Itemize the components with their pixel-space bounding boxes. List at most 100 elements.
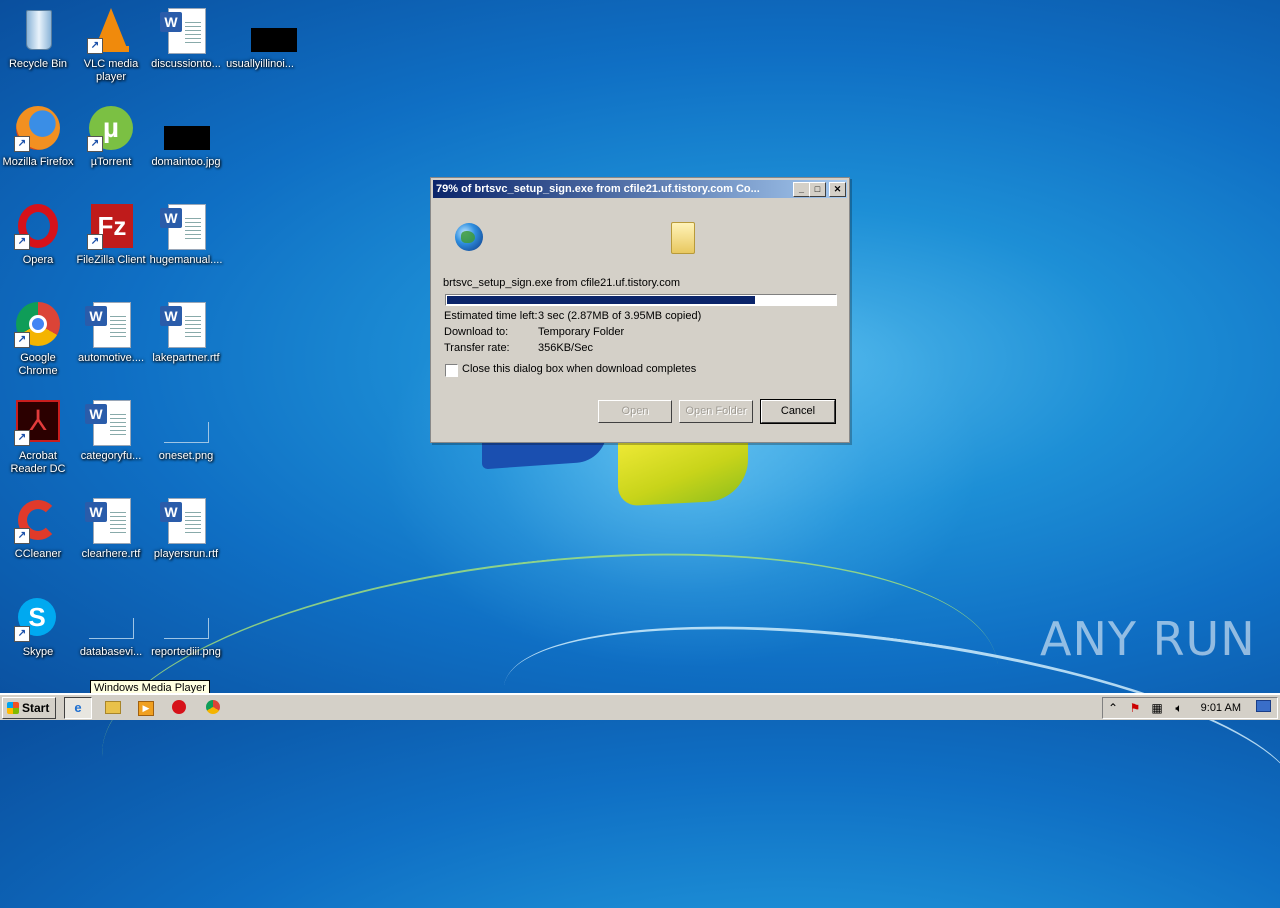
open-button[interactable]: Open xyxy=(598,400,672,423)
internet-explorer-icon: e xyxy=(74,700,82,715)
image-file-icon xyxy=(162,398,210,446)
start-label: Start xyxy=(22,701,50,715)
volume-icon[interactable]: 🔈︎ xyxy=(1171,700,1187,716)
desktop-icon-clearhere[interactable]: W clearhere.rtf xyxy=(73,496,149,561)
action-center-icon[interactable]: ⚑ xyxy=(1127,700,1143,716)
word-document-icon: W xyxy=(160,202,210,250)
acrobat-reader-icon: ⅄ ↗ xyxy=(14,398,62,446)
desktop-icon-recycle-bin[interactable]: Recycle Bin xyxy=(0,6,76,71)
opera-icon: ↗ xyxy=(14,202,62,250)
image-file-icon xyxy=(162,594,210,642)
shortcut-arrow-icon: ↗ xyxy=(14,332,30,348)
start-button[interactable]: Start xyxy=(2,697,56,719)
media-player-icon: ▶ xyxy=(138,701,154,716)
quicklaunch-media-player[interactable]: ▶ xyxy=(133,697,159,717)
desktop-icon-databasevi[interactable]: databasevi... xyxy=(73,594,149,659)
desktop-icon-chrome[interactable]: ↗ Google Chrome xyxy=(0,300,76,378)
globe-icon xyxy=(455,223,483,251)
folder-icon xyxy=(671,222,695,254)
recycle-bin-icon xyxy=(14,6,62,54)
desktop-icon-skype[interactable]: S ↗ Skype xyxy=(0,594,76,659)
download-file-line: brtsvc_setup_sign.exe from cfile21.uf.ti… xyxy=(443,277,681,289)
desktop-icon-acrobat[interactable]: ⅄ ↗ Acrobat Reader DC xyxy=(0,398,76,476)
download-to-value: Temporary Folder xyxy=(538,326,625,338)
shortcut-arrow-icon: ↗ xyxy=(87,136,103,152)
shortcut-arrow-icon: ↗ xyxy=(14,430,30,446)
image-file-icon xyxy=(236,6,297,54)
opera-icon xyxy=(172,700,186,714)
estimated-time-value: 3 sec (2.87MB of 3.95MB copied) xyxy=(538,310,702,322)
close-button[interactable]: ✕ xyxy=(829,182,846,197)
chrome-icon xyxy=(206,700,220,714)
word-document-icon: W xyxy=(160,300,210,348)
shortcut-arrow-icon: ↗ xyxy=(14,626,30,642)
filezilla-icon: Fz ↗ xyxy=(87,202,135,250)
desktop-icon-discussionto[interactable]: W discussionto... xyxy=(148,6,224,71)
image-file-icon xyxy=(87,594,135,642)
clock[interactable]: 9:01 AM xyxy=(1201,698,1241,718)
quicklaunch-explorer[interactable] xyxy=(100,697,126,717)
word-document-icon: W xyxy=(160,496,210,544)
system-tray: ⌃ ⚑ ▦ 🔈︎ 9:01 AM xyxy=(1102,697,1278,719)
firefox-icon: ↗ xyxy=(14,104,62,152)
shortcut-arrow-icon: ↗ xyxy=(14,136,30,152)
image-file-icon xyxy=(162,104,210,152)
minimize-icon: _ xyxy=(798,184,804,194)
desktop-icon-filezilla[interactable]: Fz ↗ FileZilla Client xyxy=(73,202,149,267)
shortcut-arrow-icon: ↗ xyxy=(87,234,103,250)
close-when-complete-checkbox[interactable] xyxy=(445,364,458,377)
transfer-rate-label: Transfer rate: xyxy=(444,342,510,354)
desktop-icon-automotive[interactable]: W automotive.... xyxy=(73,300,149,365)
word-document-icon: W xyxy=(85,300,135,348)
word-document-icon: W xyxy=(160,6,210,54)
shortcut-arrow-icon: ↗ xyxy=(87,38,103,54)
download-progress-bar xyxy=(445,294,837,306)
desktop-icon-ccleaner[interactable]: ↗ CCleaner xyxy=(0,496,76,561)
shortcut-arrow-icon: ↗ xyxy=(14,234,30,250)
desktop-icon-utorrent[interactable]: µ ↗ µTorrent xyxy=(73,104,149,169)
estimated-time-label: Estimated time left: xyxy=(444,310,538,322)
word-document-icon: W xyxy=(85,398,135,446)
utorrent-icon: µ ↗ xyxy=(87,104,135,152)
maximize-icon: □ xyxy=(814,184,821,194)
shortcut-arrow-icon: ↗ xyxy=(14,528,30,544)
close-icon: ✕ xyxy=(833,184,842,194)
show-desktop-icon[interactable] xyxy=(1255,700,1271,716)
desktop-icon-domaintoo[interactable]: domaintoo.jpg xyxy=(148,104,224,169)
desktop-icon-playersrun[interactable]: W playersrun.rtf xyxy=(148,496,224,561)
desktop-icon-vlc[interactable]: ↗ VLC media player xyxy=(73,6,149,84)
minimize-button[interactable]: _ xyxy=(793,182,810,197)
transfer-rate-value: 356KB/Sec xyxy=(538,342,594,354)
chrome-icon: ↗ xyxy=(14,300,62,348)
folder-icon xyxy=(105,701,121,714)
quicklaunch-chrome[interactable] xyxy=(200,697,226,717)
dialog-title: 79% of brtsvc_setup_sign.exe from cfile2… xyxy=(436,183,760,195)
open-folder-button[interactable]: Open Folder xyxy=(679,400,753,423)
download-to-label: Download to: xyxy=(444,326,509,338)
taskbar: Start e ▶ ⌃ ⚑ ▦ 🔈︎ 9:01 AM xyxy=(0,693,1280,720)
cancel-button[interactable]: Cancel xyxy=(760,399,836,424)
vlc-cone-icon: ↗ xyxy=(87,6,135,54)
windows-flag-icon xyxy=(7,702,19,714)
maximize-button[interactable]: □ xyxy=(809,182,826,197)
network-icon[interactable]: ▦ xyxy=(1149,700,1165,716)
close-when-complete-label[interactable]: Close this dialog box when download comp… xyxy=(462,363,696,375)
desktop-icon-lakepartner[interactable]: W lakepartner.rtf xyxy=(148,300,224,365)
dialog-titlebar[interactable]: 79% of brtsvc_setup_sign.exe from cfile2… xyxy=(433,180,847,198)
desktop-icon-opera[interactable]: ↗ Opera xyxy=(0,202,76,267)
ccleaner-icon: ↗ xyxy=(14,496,62,544)
desktop-icon-oneset[interactable]: oneset.png xyxy=(148,398,224,463)
desktop-icon-reportediii[interactable]: reportediii.png xyxy=(148,594,224,659)
download-dialog: 79% of brtsvc_setup_sign.exe from cfile2… xyxy=(430,177,850,443)
desktop-icon-categoryfu[interactable]: W categoryfu... xyxy=(73,398,149,463)
quicklaunch-internet-explorer[interactable]: e xyxy=(64,697,92,719)
desktop-icon-firefox[interactable]: ↗ Mozilla Firefox xyxy=(0,104,76,169)
quicklaunch-opera[interactable] xyxy=(166,697,192,717)
desktop-icon-hugemanual[interactable]: W hugemanual.... xyxy=(148,202,224,267)
word-document-icon: W xyxy=(85,496,135,544)
show-hidden-icons-arrow[interactable]: ⌃ xyxy=(1105,700,1121,716)
skype-icon: S ↗ xyxy=(14,594,62,642)
desktop-icon-usuallyillinoi[interactable]: usuallyillinoi... xyxy=(222,6,298,71)
download-progress-fill xyxy=(447,296,756,304)
anyrun-watermark: ANY RUN xyxy=(1040,612,1256,666)
